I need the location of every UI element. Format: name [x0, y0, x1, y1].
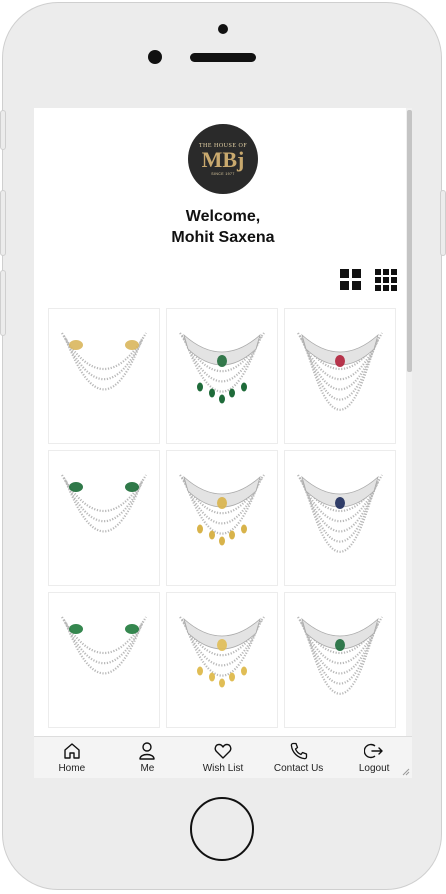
app-screen: THE HOUSE OF MBj SINCE 1977 Welcome, Moh… — [34, 108, 412, 778]
product-tile[interactable] — [284, 592, 396, 728]
phone-speaker — [190, 53, 256, 62]
tab-home[interactable]: Home — [34, 737, 110, 778]
tab-logout-label: Logout — [358, 763, 390, 774]
heart-icon — [214, 743, 232, 759]
product-tile[interactable] — [48, 308, 160, 444]
user-name: Mohit Saxena — [171, 229, 275, 246]
product-grid — [48, 308, 398, 728]
logout-icon — [364, 743, 383, 759]
product-tile[interactable] — [166, 592, 278, 728]
home-icon — [64, 743, 80, 759]
tab-contact-us[interactable]: Contact Us — [261, 737, 337, 778]
necklace-image — [297, 616, 383, 695]
phone-side-button-top — [0, 110, 6, 150]
phone-side-button-volume-up — [0, 190, 6, 256]
product-tile[interactable] — [284, 308, 396, 444]
phone-camera-dot — [218, 24, 228, 34]
tab-wish-list-label: Wish List — [202, 763, 244, 774]
tab-me-label: Me — [140, 763, 155, 774]
tab-home-label: Home — [58, 763, 86, 774]
tab-wish-list[interactable]: Wish List — [185, 737, 261, 778]
user-icon — [139, 742, 156, 760]
phone-side-button-volume-down — [0, 270, 6, 336]
tab-me[interactable]: Me — [110, 737, 186, 778]
necklace-image — [179, 332, 265, 404]
welcome-heading: Welcome, — [185, 208, 261, 225]
necklace-image — [61, 616, 147, 675]
product-tile[interactable] — [48, 450, 160, 586]
tab-contact-us-label: Contact Us — [273, 763, 324, 774]
grid-large-icon[interactable] — [340, 269, 362, 291]
grid-small-icon[interactable] — [375, 269, 397, 291]
phone-home-button[interactable] — [190, 797, 254, 861]
product-tile[interactable] — [166, 308, 278, 444]
necklace-image — [179, 474, 265, 546]
scrollbar-track[interactable] — [406, 108, 412, 736]
logo-bottom-text: SINCE 1977 — [211, 171, 235, 176]
phone-icon — [290, 742, 307, 760]
necklace-image — [61, 332, 147, 391]
phone-side-button-power — [440, 190, 446, 256]
product-tile[interactable] — [284, 450, 396, 586]
bottom-tab-bar: Home Me Wish List Contact Us Logout — [34, 736, 412, 778]
necklace-image — [61, 474, 147, 533]
necklace-image — [297, 332, 383, 411]
resize-grip-icon[interactable] — [402, 768, 410, 776]
necklace-image — [297, 474, 383, 553]
front-camera-icon — [148, 50, 162, 64]
necklace-image — [179, 616, 265, 688]
product-tile[interactable] — [48, 592, 160, 728]
logo-mark: MBj — [201, 146, 245, 172]
product-tile[interactable] — [166, 450, 278, 586]
tab-logout[interactable]: Logout — [336, 737, 412, 778]
brand-logo: THE HOUSE OF MBj SINCE 1977 — [188, 124, 258, 194]
